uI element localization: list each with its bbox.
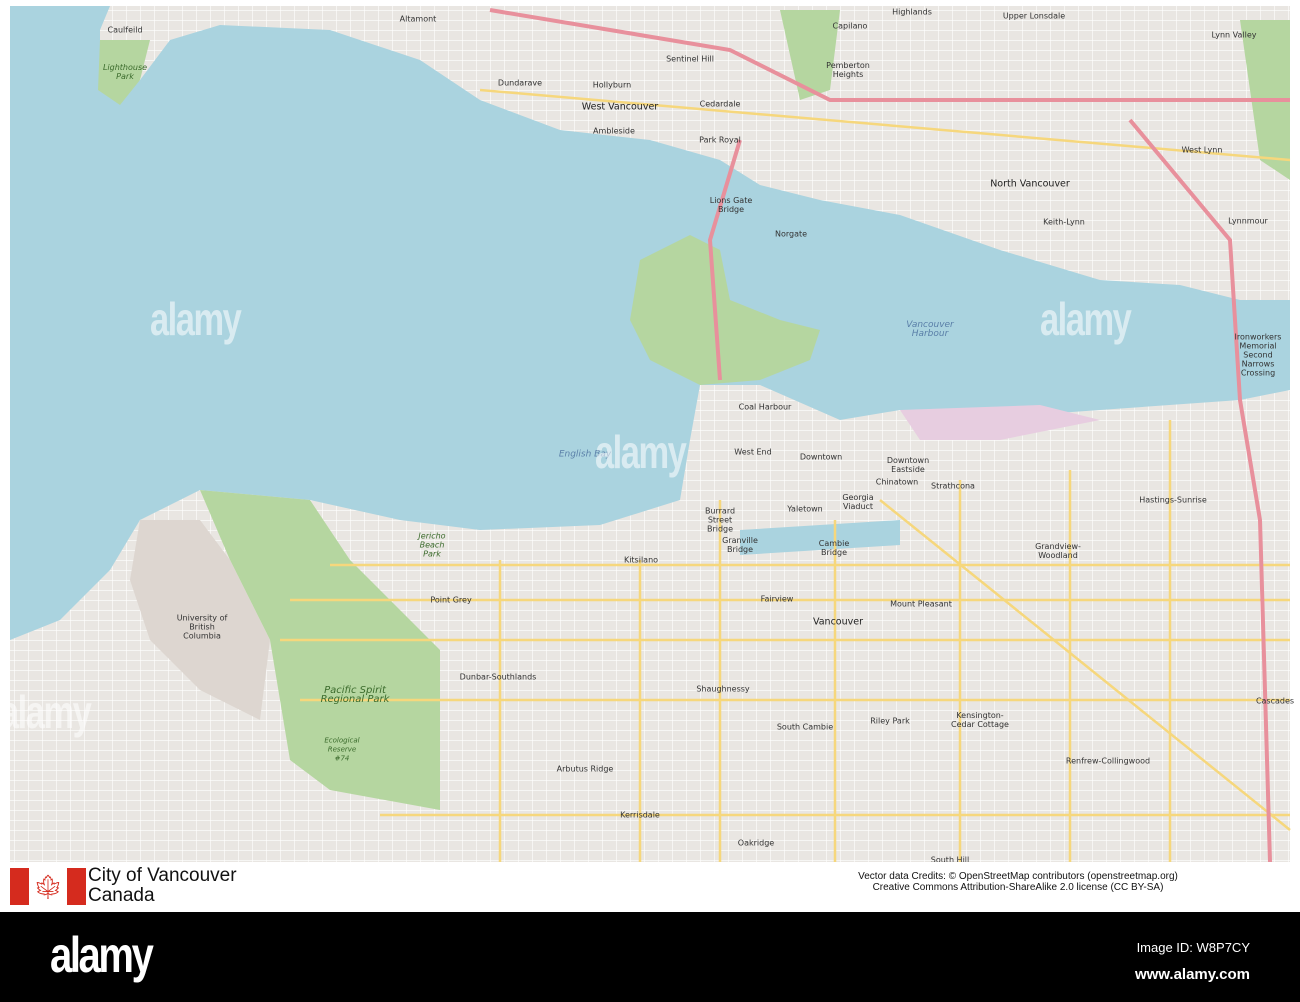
place-label: Kerrisdale xyxy=(620,810,660,820)
map-canvas[interactable]: Caulfeild Lighthouse Park Altamont Dunda… xyxy=(0,0,1300,865)
place-label: Dundarave xyxy=(497,78,543,88)
place-label: Oakridge xyxy=(737,838,775,848)
place-label: Lynn Valley xyxy=(1211,30,1257,40)
place-label: Point Grey xyxy=(430,595,472,605)
water-label: Vancouver Harbour xyxy=(906,320,954,339)
place-label: Fairview xyxy=(760,594,794,604)
credits-line: Vector data Credits: © OpenStreetMap con… xyxy=(858,871,1178,882)
place-label: Ambleside xyxy=(593,126,635,136)
place-label: Renfrew-Collingwood xyxy=(1065,756,1151,766)
place-label: Burrard Street Bridge xyxy=(704,506,736,534)
place-label: Riley Park xyxy=(870,716,910,726)
place-label: Cambie Bridge xyxy=(818,539,850,557)
park-label: Ecological Reserve #74 xyxy=(324,736,360,763)
place-label: West Lynn xyxy=(1181,145,1223,155)
watermark: alamy xyxy=(150,293,242,345)
place-label: Keith-Lynn xyxy=(1043,217,1085,227)
stock-footer: alamy Image ID: W8P7CY www.alamy.com xyxy=(0,912,1300,1002)
place-label: Grandview-Woodland xyxy=(1035,542,1081,560)
park-label: Lighthouse Park xyxy=(102,63,148,81)
credits-line: Creative Commons Attribution-ShareAlike … xyxy=(872,882,1164,893)
park-label: Jericho Beach Park xyxy=(418,531,446,559)
image-id: Image ID: W8P7CY xyxy=(1136,940,1250,955)
canada-flag-icon: 🍁︎ xyxy=(10,868,86,905)
place-label: Chinatown xyxy=(875,477,919,487)
site-url[interactable]: www.alamy.com xyxy=(1135,966,1250,983)
place-label: University of British Columbia xyxy=(176,613,228,641)
place-label: Cedardale xyxy=(699,99,741,109)
credits: Vector data Credits: © OpenStreetMap con… xyxy=(838,871,1198,893)
place-label: Vancouver xyxy=(812,616,864,628)
place-label: Mount Pleasant xyxy=(890,599,952,609)
watermark: alamy xyxy=(595,426,687,478)
alamy-logo: alamy xyxy=(50,927,154,983)
place-label: Capilano xyxy=(832,21,868,31)
place-label: Hastings-Sunrise xyxy=(1139,495,1207,505)
place-label: Downtown xyxy=(799,452,843,462)
city-name: City of Vancouver xyxy=(88,865,237,886)
caption-title: City of Vancouver Canada xyxy=(88,866,237,906)
place-label: Granville Bridge xyxy=(722,536,758,554)
place-label: Highlands xyxy=(892,7,932,17)
place-label: Georgia Viaduct xyxy=(842,493,874,511)
country-name: Canada xyxy=(88,885,155,906)
place-label: Dunbar-Southlands xyxy=(459,672,537,682)
place-label: Downtown Eastside xyxy=(886,456,930,474)
place-label: Upper Lonsdale xyxy=(1002,11,1066,21)
place-label: Kitsilano xyxy=(623,555,659,565)
map-caption: 🍁︎ City of Vancouver Canada Vector data … xyxy=(0,862,1300,912)
place-label: Cascades xyxy=(1255,696,1295,706)
place-label: Strathcona xyxy=(931,481,975,491)
place-label: Arbutus Ridge xyxy=(556,764,614,774)
place-label: Lynnmour xyxy=(1228,216,1268,226)
place-label: Kensington-Cedar Cottage xyxy=(951,711,1009,729)
place-label: Ironworkers Memorial Second Narrows Cros… xyxy=(1234,332,1282,378)
park-label: Pacific Spirit Regional Park xyxy=(320,685,390,705)
watermark: alamy xyxy=(0,686,92,738)
place-label: Altamont xyxy=(399,14,437,24)
place-label: Park Royal xyxy=(699,135,741,145)
place-label: Coal Harbour xyxy=(738,402,792,412)
place-label: West Vancouver xyxy=(581,101,659,113)
place-label: West End xyxy=(734,447,772,457)
place-label: Lions Gate Bridge xyxy=(709,196,753,214)
watermark: alamy xyxy=(1040,293,1132,345)
place-label: South Cambie xyxy=(776,722,834,732)
place-label: Yaletown xyxy=(787,504,823,514)
place-label: North Vancouver xyxy=(990,178,1070,190)
place-label: Hollyburn xyxy=(592,80,632,90)
place-label: Caulfeild xyxy=(107,25,143,35)
place-label: Shaughnessy xyxy=(696,684,750,694)
place-label: Norgate xyxy=(774,229,808,239)
place-label: Sentinel Hill xyxy=(666,54,714,64)
place-label: Pemberton Heights xyxy=(826,61,870,79)
